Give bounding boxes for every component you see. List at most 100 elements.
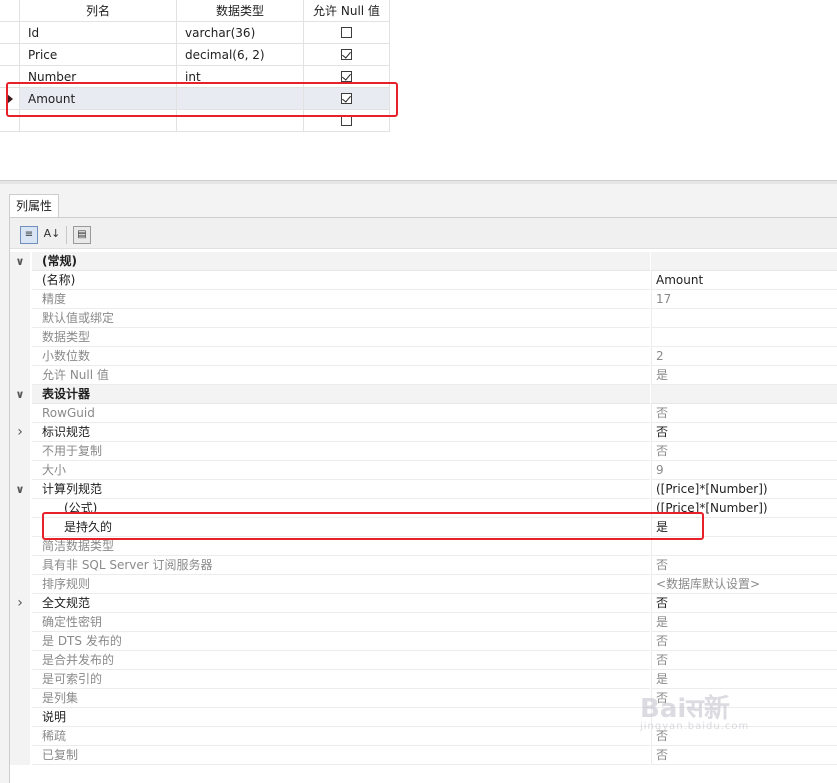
data-type-cell[interactable] [177, 88, 304, 110]
allow-null-cell[interactable] [304, 88, 390, 110]
allow-null-checkbox[interactable] [341, 49, 352, 60]
property-name: 具有非 SQL Server 订阅服务器 [32, 556, 650, 575]
property-row[interactable]: 全文规范否 [10, 594, 837, 613]
chevron-down-icon[interactable] [10, 480, 30, 499]
property-name: 是列集 [32, 689, 650, 708]
property-row[interactable]: 排序规则 <数据库默认设置> [10, 575, 837, 594]
property-row[interactable]: 数据类型 [10, 328, 837, 347]
allow-null-cell[interactable] [304, 44, 390, 66]
chevron-right-icon[interactable] [10, 594, 30, 613]
property-category-row[interactable]: 表设计器 [10, 385, 837, 404]
property-name: 计算列规范 [32, 480, 650, 499]
allow-null-checkbox[interactable] [341, 115, 352, 126]
table-row-selected[interactable]: Amount [0, 88, 390, 110]
property-row[interactable]: 已复制否 [10, 746, 837, 765]
property-row[interactable]: 是持久的是 [10, 518, 837, 537]
row-selector[interactable] [0, 88, 20, 110]
column-name-cell[interactable]: Number [20, 66, 177, 88]
property-row[interactable]: (名称) Amount [10, 271, 837, 290]
property-name: 稀疏 [32, 727, 650, 746]
allow-null-cell[interactable] [304, 22, 390, 44]
property-value[interactable]: 否 [651, 746, 837, 765]
property-row[interactable]: 精度 17 [10, 290, 837, 309]
property-value[interactable]: Amount [651, 271, 837, 290]
property-pages-icon[interactable]: ▤ [73, 226, 91, 244]
table-row[interactable]: Id varchar(36) [0, 22, 390, 44]
property-value[interactable]: 是 [651, 613, 837, 632]
chevron-down-icon[interactable] [10, 252, 30, 271]
property-row[interactable]: 计算列规范([Price]*[Number]) [10, 480, 837, 499]
property-value[interactable]: 否 [651, 404, 837, 423]
property-row[interactable]: 不用于复制否 [10, 442, 837, 461]
property-row[interactable]: 默认值或绑定 [10, 309, 837, 328]
property-value[interactable] [651, 537, 837, 556]
property-name: 标识规范 [32, 423, 650, 442]
data-type-cell[interactable]: varchar(36) [177, 22, 304, 44]
property-value[interactable]: <数据库默认设置> [651, 575, 837, 594]
property-row[interactable]: 具有非 SQL Server 订阅服务器否 [10, 556, 837, 575]
data-type-cell[interactable]: int [177, 66, 304, 88]
property-category-row[interactable]: (常规) [10, 252, 837, 271]
property-row[interactable]: 是合并发布的否 [10, 651, 837, 670]
table-row[interactable]: Price decimal(6, 2) [0, 44, 390, 66]
allow-null-checkbox[interactable] [341, 93, 352, 104]
property-row[interactable]: 确定性密钥是 [10, 613, 837, 632]
property-value[interactable] [651, 328, 837, 347]
property-row[interactable]: RowGuid 否 [10, 404, 837, 423]
property-value[interactable]: 是 [651, 518, 837, 537]
property-row[interactable]: 是可索引的是 [10, 670, 837, 689]
new-table-row[interactable] [0, 110, 390, 132]
data-type-cell[interactable] [177, 110, 304, 132]
property-row[interactable]: 简洁数据类型 [10, 537, 837, 556]
column-name-cell[interactable]: Price [20, 44, 177, 66]
alphabetical-sort-icon[interactable]: A↓ [43, 226, 61, 244]
allow-null-cell[interactable] [304, 110, 390, 132]
property-value[interactable]: 否 [651, 556, 837, 575]
data-type-cell[interactable]: decimal(6, 2) [177, 44, 304, 66]
property-row[interactable]: (公式) ([Price]*[Number]) [10, 499, 837, 518]
property-value[interactable]: 否 [651, 442, 837, 461]
property-row[interactable]: 标识规范否 [10, 423, 837, 442]
property-row[interactable]: 允许 Null 值是 [10, 366, 837, 385]
property-value [651, 252, 837, 271]
property-value[interactable]: 17 [651, 290, 837, 309]
column-name-cell[interactable]: Amount [20, 88, 177, 110]
property-row[interactable]: 小数位数 2 [10, 347, 837, 366]
property-value[interactable]: 否 [651, 423, 837, 442]
property-value[interactable]: ([Price]*[Number]) [651, 499, 837, 518]
property-value[interactable]: 否 [651, 594, 837, 613]
tab-column-properties[interactable]: 列属性 [9, 194, 60, 217]
allow-null-checkbox[interactable] [341, 27, 352, 38]
property-row[interactable]: 大小 9 [10, 461, 837, 480]
property-name: RowGuid [32, 404, 650, 423]
allow-null-checkbox[interactable] [341, 71, 352, 82]
allow-null-cell[interactable] [304, 66, 390, 88]
property-value[interactable]: 否 [651, 651, 837, 670]
property-name: 是 DTS 发布的 [32, 632, 650, 651]
property-value[interactable]: 是 [651, 670, 837, 689]
property-name: 数据类型 [32, 328, 650, 347]
property-value[interactable]: 是 [651, 366, 837, 385]
categorized-view-icon[interactable]: ≡ [20, 226, 38, 244]
row-gutter [10, 537, 30, 556]
column-name-cell[interactable]: Id [20, 22, 177, 44]
properties-toolbar: ≡ A↓ ▤ [10, 218, 837, 249]
chevron-right-icon[interactable] [10, 423, 30, 442]
chevron-down-icon[interactable] [10, 385, 30, 404]
property-value[interactable]: ([Price]*[Number]) [651, 480, 837, 499]
row-selector[interactable] [0, 110, 20, 132]
row-selector[interactable] [0, 22, 20, 44]
property-value[interactable]: 否 [651, 632, 837, 651]
column-name-cell[interactable] [20, 110, 177, 132]
row-selector[interactable] [0, 66, 20, 88]
row-gutter [10, 461, 30, 480]
property-value[interactable]: 2 [651, 347, 837, 366]
row-gutter [10, 518, 30, 537]
row-gutter [10, 651, 30, 670]
row-selector-header [0, 0, 20, 22]
property-row[interactable]: 是 DTS 发布的否 [10, 632, 837, 651]
table-row[interactable]: Number int [0, 66, 390, 88]
property-value[interactable]: 9 [651, 461, 837, 480]
property-value[interactable] [651, 309, 837, 328]
row-selector[interactable] [0, 44, 20, 66]
